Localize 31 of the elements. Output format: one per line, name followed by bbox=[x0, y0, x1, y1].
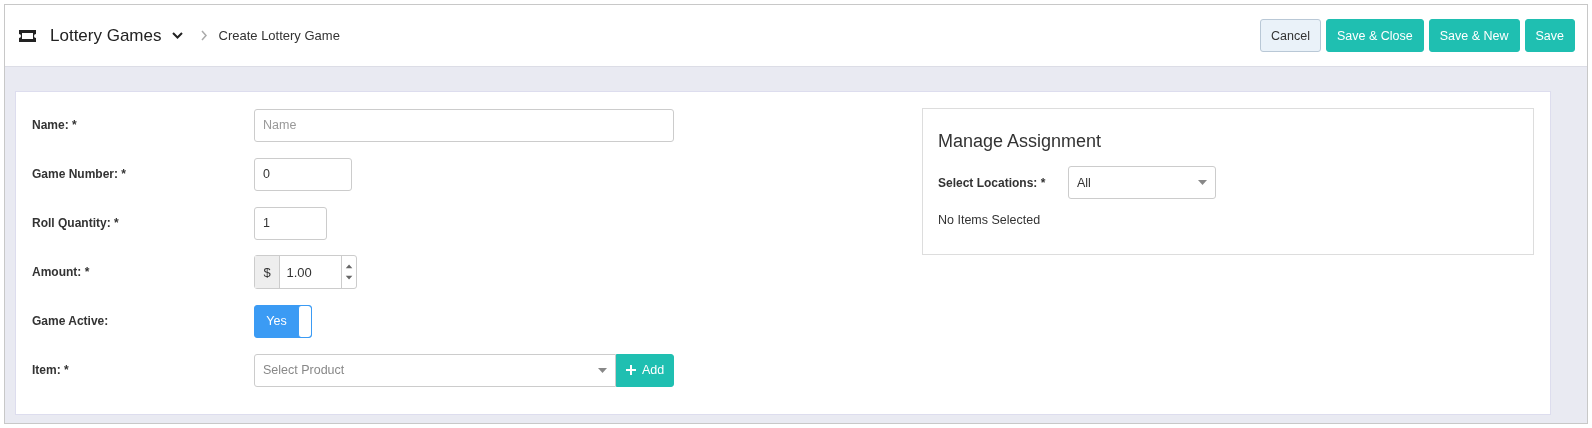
field-label: Game Active: bbox=[32, 314, 110, 328]
text-field[interactable]: Name bbox=[254, 108, 674, 142]
text-field[interactable]: 1 bbox=[254, 206, 327, 240]
field-label: Select Locations: * bbox=[938, 175, 1047, 190]
action-button[interactable]: Save bbox=[1524, 19, 1575, 52]
dropdown-caret-icon bbox=[598, 367, 607, 373]
plus-icon bbox=[626, 365, 636, 375]
empty-message: No Items Selected bbox=[938, 213, 1042, 227]
toggle-switch[interactable]: Yes bbox=[254, 304, 312, 338]
page-title: Lottery Games bbox=[50, 25, 162, 46]
field-label: Game Number: * bbox=[32, 167, 128, 181]
chevron-down-icon[interactable] bbox=[171, 32, 183, 39]
field-label: Name: * bbox=[32, 118, 78, 132]
chevron-right-icon bbox=[200, 30, 207, 41]
panel-title: Manage Assignment bbox=[938, 131, 1103, 152]
currency-prefix: $ bbox=[255, 256, 281, 288]
text-field[interactable]: 0 bbox=[254, 157, 352, 191]
locations-select[interactable]: All bbox=[1068, 166, 1216, 199]
product-select[interactable]: Select Product bbox=[254, 353, 616, 387]
action-button[interactable]: Save & New bbox=[1428, 19, 1520, 52]
action-button[interactable]: Cancel bbox=[1260, 19, 1321, 52]
dropdown-caret-icon bbox=[1198, 180, 1207, 185]
field-label: Item: * bbox=[32, 363, 70, 377]
amount-value: 1.00 bbox=[285, 263, 313, 282]
add-button[interactable]: Add bbox=[616, 353, 675, 387]
field-label: Roll Quantity: * bbox=[32, 216, 120, 230]
action-button[interactable]: Save & Close bbox=[1326, 19, 1424, 52]
breadcrumb-text: Create Lottery Game bbox=[218, 28, 340, 43]
ticket-icon bbox=[19, 29, 36, 42]
amount-field[interactable]: $ 1.00 bbox=[254, 255, 357, 289]
field-label: Amount: * bbox=[32, 265, 91, 279]
